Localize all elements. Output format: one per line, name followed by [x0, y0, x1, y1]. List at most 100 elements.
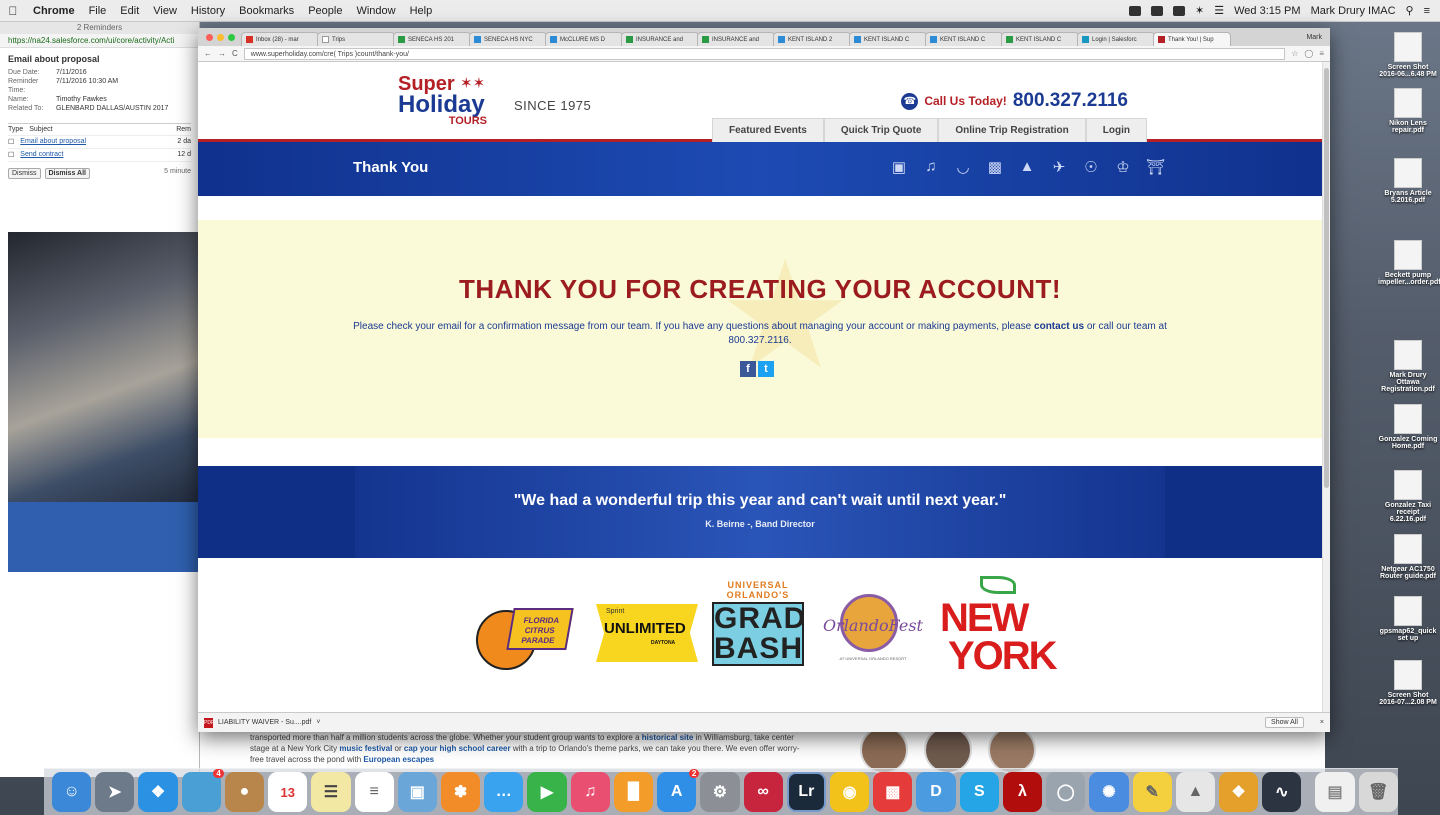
chevron-down-icon[interactable]: ˅: [316, 719, 320, 726]
lightroom-icon[interactable]: Lr: [786, 772, 827, 812]
browser-tab[interactable]: SENECA HS NYC: [469, 32, 547, 46]
trash-icon[interactable]: 🗑: [1358, 772, 1398, 812]
close-window-button[interactable]: [206, 34, 213, 41]
finder-icon[interactable]: ☺: [52, 772, 92, 812]
desktop-file-icon[interactable]: gpsmap62_quick set up: [1378, 596, 1438, 642]
browser-tab[interactable]: Trips: [317, 32, 395, 46]
calendar-icon[interactable]: 13: [268, 772, 308, 812]
messages-icon[interactable]: …: [484, 772, 524, 812]
historical-site-link[interactable]: historical site: [642, 733, 694, 742]
desktop-file-icon[interactable]: Mark Drury Ottawa Registration.pdf: [1378, 340, 1438, 393]
menu-view[interactable]: View: [146, 5, 184, 17]
subject-link[interactable]: Send contract: [20, 151, 63, 159]
app-store-icon[interactable]: A2: [657, 769, 700, 812]
browser-tab[interactable]: KENT ISLAND C: [1001, 32, 1079, 46]
dismiss-all-button[interactable]: Dismiss All: [44, 168, 90, 179]
menu-history[interactable]: History: [184, 5, 232, 17]
facetime-icon[interactable]: ▶: [527, 772, 567, 812]
close-download-shelf-icon[interactable]: ×: [1320, 719, 1324, 726]
minimize-window-button[interactable]: [217, 34, 224, 41]
european-escapes-link[interactable]: European escapes: [363, 755, 434, 764]
zoom-window-button[interactable]: [228, 34, 235, 41]
desktop-file-icon[interactable]: Netgear AC1750 Router guide.pdf: [1378, 534, 1438, 580]
network-icon[interactable]: ✺: [1089, 772, 1129, 812]
reminders-icon[interactable]: ≡: [354, 772, 394, 812]
nav-featured-events[interactable]: Featured Events: [712, 118, 824, 142]
new-york-logo[interactable]: NEW YORK: [938, 576, 1058, 684]
scrollbar-thumb[interactable]: [1324, 68, 1329, 488]
spotlight-icon[interactable]: ⚲: [1406, 4, 1414, 17]
browser-tab[interactable]: Login | Salesforc: [1077, 32, 1155, 46]
address-bar[interactable]: www.superholiday.com/cre( Trips )count/t…: [243, 47, 1286, 60]
chrome-menu-icon[interactable]: ≡: [1319, 49, 1324, 58]
browser-tab[interactable]: KENT ISLAND C: [925, 32, 1003, 46]
safari-icon[interactable]: ❖: [138, 772, 178, 812]
contacts-icon[interactable]: ●: [224, 772, 265, 812]
itunes-icon[interactable]: ♫: [570, 772, 610, 812]
menu-people[interactable]: People: [301, 5, 349, 17]
reminder-heading[interactable]: Email about proposal: [8, 54, 191, 64]
reload-icon[interactable]: C: [232, 49, 238, 58]
image-capture-icon[interactable]: ◯: [1046, 772, 1086, 812]
user-name[interactable]: Mark Drury IMAC: [1311, 5, 1396, 17]
photos-app-icon[interactable]: 4: [181, 769, 224, 812]
documents-stack-icon[interactable]: ▤: [1315, 772, 1355, 812]
notes-icon[interactable]: ☰: [311, 772, 351, 812]
facebook-icon[interactable]: f: [740, 361, 756, 377]
florida-citrus-parade-logo[interactable]: FLORIDA CITRUS PARADE: [476, 580, 574, 680]
dymo-icon[interactable]: ▩: [873, 772, 913, 812]
address-bar[interactable]: https://na24.salesforce.com/ui/core/acti…: [0, 34, 199, 48]
menu-file[interactable]: File: [82, 5, 114, 17]
preview-icon[interactable]: ▣: [397, 772, 437, 812]
snooze-select[interactable]: 5 minute: [164, 168, 191, 179]
menu-edit[interactable]: Edit: [113, 5, 146, 17]
cap-career-link[interactable]: cap your high school career: [404, 744, 511, 753]
dismiss-button[interactable]: Dismiss: [8, 168, 41, 179]
desktop-file-icon[interactable]: Gonzalez Taxi receipt 6.22.16.pdf: [1378, 470, 1438, 523]
system-preferences-icon[interactable]: ⚙: [700, 772, 740, 812]
menu-window[interactable]: Window: [349, 5, 402, 17]
sprint-unlimited-logo[interactable]: Sprint UNLIMITED DAYTONA: [596, 604, 698, 662]
contact-us-link[interactable]: contact us: [1034, 321, 1084, 332]
notification-center-icon[interactable]: ≡: [1424, 5, 1430, 17]
launchpad-icon[interactable]: ➤: [95, 772, 135, 812]
desktop-file-icon[interactable]: Nikon Lens repair.pdf: [1378, 88, 1438, 134]
dashlane-icon[interactable]: D: [916, 772, 956, 812]
super-holiday-logo[interactable]: Super ✶✶ Holiday TOURS: [398, 74, 493, 128]
bluetooth-icon[interactable]: ✶: [1195, 4, 1204, 17]
orlandofest-logo[interactable]: OrlandoFest AT UNIVERSAL ORLANDO RESORT: [818, 594, 928, 674]
status-app-icon[interactable]: [1173, 5, 1186, 16]
nav-quick-trip-quote[interactable]: Quick Trip Quote: [823, 118, 939, 142]
status-app-icon[interactable]: [1151, 5, 1164, 16]
wifi-icon[interactable]: ☰: [1214, 4, 1224, 17]
ibooks-icon[interactable]: █: [613, 772, 654, 812]
menu-bookmarks[interactable]: Bookmarks: [232, 5, 301, 17]
browser-tab[interactable]: Inbox (28) - mar: [241, 32, 319, 46]
photos-icon[interactable]: ✽: [440, 772, 481, 812]
desktop-file-icon[interactable]: Screen Shot 2016-06...6.48 PM: [1378, 32, 1438, 78]
desktop-file-icon[interactable]: Beckett pump impeller...order.pdf: [1378, 240, 1440, 286]
download-item[interactable]: PDF LIABILITY WAIVER - Su....pdf ˅: [204, 717, 320, 728]
browser-tab[interactable]: KENT ISLAND C: [849, 32, 927, 46]
extension-icon[interactable]: ◯: [1304, 49, 1313, 58]
menu-app[interactable]: Chrome: [26, 5, 82, 17]
menu-help[interactable]: Help: [403, 5, 440, 17]
music-festival-link[interactable]: music festival: [339, 744, 392, 753]
desktop-file-icon[interactable]: Gonzalez Coming Home.pdf: [1378, 404, 1438, 450]
desktop-file-icon[interactable]: Bryans Article 5.2016.pdf: [1378, 158, 1438, 204]
bookmark-star-icon[interactable]: ☆: [1291, 49, 1298, 58]
subject-link[interactable]: Email about proposal: [20, 138, 86, 146]
desktop-file-icon[interactable]: Screen Shot 2016-07...2.08 PM: [1378, 660, 1438, 706]
compass-icon[interactable]: ❖: [1218, 772, 1259, 812]
clock[interactable]: Wed 3:15 PM: [1234, 5, 1300, 17]
skype-icon[interactable]: S: [959, 772, 999, 812]
keynote-icon[interactable]: ▲: [1175, 772, 1215, 812]
phone-number[interactable]: 800.327.2116: [1013, 90, 1128, 112]
browser-tab[interactable]: McCLURE MS D: [545, 32, 623, 46]
activity-monitor-icon[interactable]: ∿: [1262, 772, 1302, 812]
chrome-icon[interactable]: ◉: [830, 772, 870, 812]
browser-tab[interactable]: KENT ISLAND 2: [773, 32, 851, 46]
mendeley-icon[interactable]: ∞: [743, 772, 783, 812]
nav-login[interactable]: Login: [1085, 118, 1147, 142]
forward-icon[interactable]: →: [218, 49, 226, 58]
